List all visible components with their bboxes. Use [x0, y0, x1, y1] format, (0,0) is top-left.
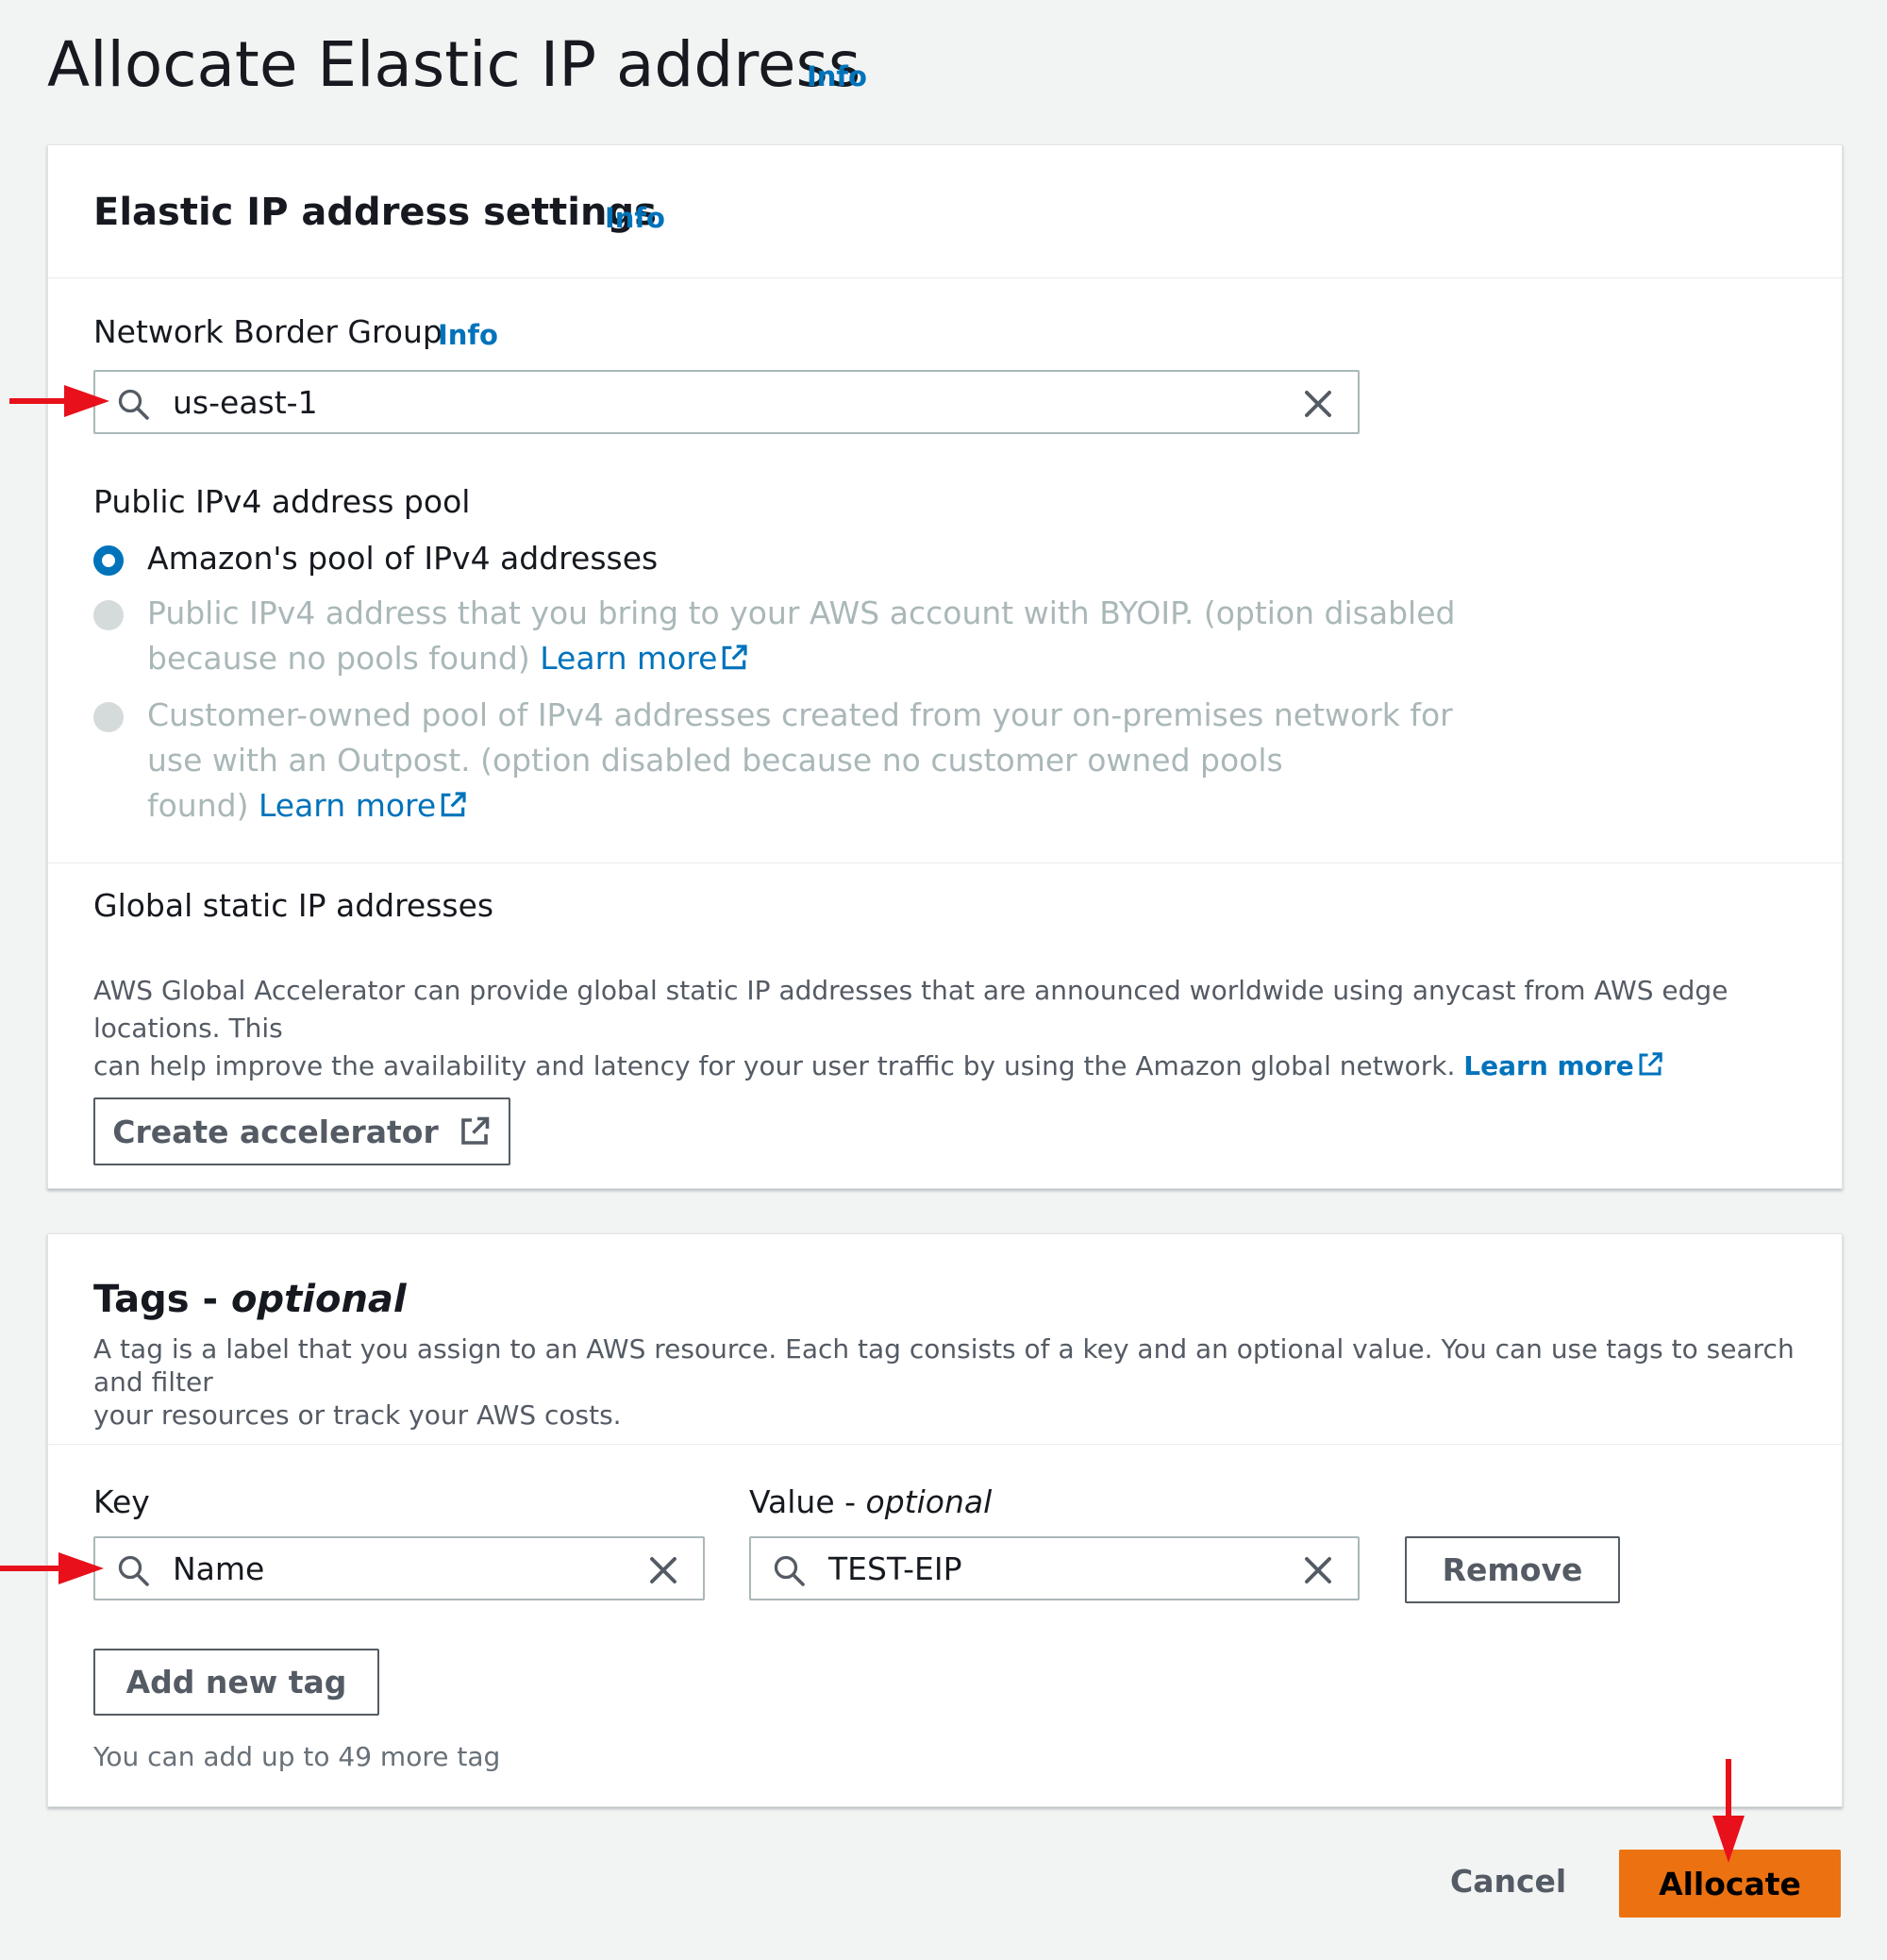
clear-icon[interactable] [1301, 387, 1335, 421]
radio-byoip-pool-label: Public IPv4 address that you bring to yo… [147, 591, 1455, 681]
tag-value-label-prefix: Value - [749, 1483, 866, 1520]
radio-customer-owned-pool[interactable] [93, 702, 124, 732]
global-static-ip-label: Global static IP addresses [93, 887, 494, 924]
customer-learn-more-text: Learn more [258, 787, 437, 824]
radio-amazon-pool-label: Amazon's pool of IPv4 addresses [147, 540, 659, 577]
global-static-ip-description: AWS Global Accelerator can provide globa… [93, 972, 1811, 1085]
radio-byoip-pool[interactable] [93, 600, 124, 630]
clear-icon[interactable] [1301, 1553, 1335, 1587]
add-new-tag-button[interactable]: Add new tag [93, 1649, 379, 1716]
tags-card: Tags - optional A tag is a label that yo… [47, 1233, 1843, 1807]
tags-limit-hint: You can add up to 49 more tag [93, 1741, 501, 1772]
external-link-icon [460, 1116, 490, 1145]
tag-value-label-suffix: optional [865, 1483, 993, 1520]
page-title-text: Allocate Elastic IP address [47, 28, 861, 101]
global-learn-more-text: Learn more [1463, 1050, 1634, 1081]
create-accelerator-label: Create accelerator [112, 1113, 439, 1150]
customer-learn-more-link[interactable]: Learn more [259, 787, 468, 824]
settings-title: Elastic IP address settings [93, 191, 657, 234]
tags-desc-line-2: your resources or track your AWS costs. [93, 1399, 622, 1431]
external-link-icon [1639, 1052, 1662, 1076]
customer-line-3: found) [147, 787, 249, 824]
network-border-group-label: Network Border Group [93, 313, 443, 350]
customer-line-3-wrap: found) Learn more [147, 783, 1453, 829]
add-new-tag-label: Add new tag [125, 1664, 347, 1700]
tags-title-suffix: optional [231, 1278, 407, 1321]
byoip-line-1: Public IPv4 address that you bring to yo… [147, 595, 1456, 631]
external-link-icon [723, 645, 748, 670]
settings-info-link[interactable]: Info [605, 202, 665, 234]
tag-value-value: TEST-EIP [828, 1550, 962, 1587]
customer-line-2: use with an Outpost. (option disabled be… [147, 742, 1283, 779]
page-info-link[interactable]: Info [807, 60, 867, 92]
global-learn-more-link[interactable]: Learn more [1463, 1050, 1663, 1081]
annotation-arrow [0, 1552, 104, 1584]
page-title: Allocate Elastic IP address [47, 28, 860, 101]
annotation-arrow [1712, 1759, 1745, 1863]
create-accelerator-button[interactable]: Create accelerator [93, 1097, 510, 1165]
tag-key-input[interactable]: Name [93, 1536, 705, 1600]
network-border-group-info-link[interactable]: Info [438, 319, 498, 351]
allocate-label: Allocate [1659, 1865, 1801, 1902]
tags-description: A tag is a label that you assign to an A… [93, 1332, 1811, 1432]
search-icon [118, 1555, 149, 1586]
search-icon [774, 1555, 805, 1586]
remove-tag-button[interactable]: Remove [1405, 1536, 1620, 1603]
network-border-group-input[interactable]: us-east-1 [93, 370, 1360, 434]
remove-tag-label: Remove [1442, 1551, 1583, 1588]
radio-customer-owned-pool-label: Customer-owned pool of IPv4 addresses cr… [147, 693, 1453, 829]
tags-desc-line-1: A tag is a label that you assign to an A… [93, 1333, 1795, 1398]
global-desc-line-2-wrap: can help improve the availability and la… [93, 1047, 1811, 1085]
global-desc-line-2: can help improve the availability and la… [93, 1050, 1456, 1081]
annotation-arrow [9, 385, 109, 417]
byoip-learn-more-text: Learn more [540, 640, 718, 677]
search-icon [118, 389, 149, 420]
settings-card: Elastic IP address settings Info Network… [47, 144, 1843, 1189]
tag-key-value: Name [173, 1550, 265, 1587]
clear-icon[interactable] [646, 1553, 680, 1587]
byoip-line-2-wrap: because no pools found) Learn more [147, 636, 1455, 681]
network-border-group-value: us-east-1 [173, 384, 318, 421]
tag-key-label: Key [93, 1483, 150, 1520]
tags-title: Tags - optional [93, 1278, 407, 1321]
tag-value-label: Value - optional [749, 1483, 992, 1520]
customer-line-1: Customer-owned pool of IPv4 addresses cr… [147, 696, 1453, 733]
global-desc-line-1: AWS Global Accelerator can provide globa… [93, 975, 1728, 1044]
tag-value-input[interactable]: TEST-EIP [749, 1536, 1360, 1600]
radio-amazon-pool[interactable] [93, 545, 124, 576]
byoip-line-2: because no pools found) [147, 640, 530, 677]
external-link-icon [441, 792, 466, 817]
byoip-learn-more-link[interactable]: Learn more [540, 640, 749, 677]
ipv4-pool-label: Public IPv4 address pool [93, 483, 471, 520]
cancel-button[interactable]: Cancel [1450, 1863, 1566, 1900]
tags-title-prefix: Tags - [93, 1278, 232, 1321]
